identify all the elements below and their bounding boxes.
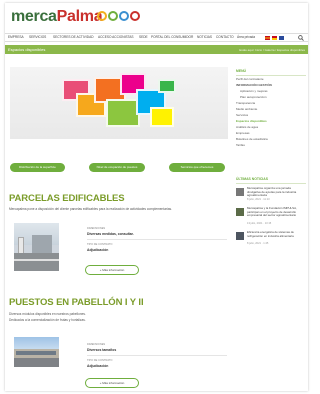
sidebar: MENÚ Perfil del contratante INFORMACIÓN …	[236, 67, 306, 387]
nav-item-contacto[interactable]: CONTACTO	[216, 35, 234, 39]
logo-circles-icon	[97, 11, 147, 25]
flag-en-icon[interactable]	[279, 36, 284, 40]
dimensiones-value: Diversas medidas, consultar.	[87, 232, 134, 236]
nav-item-empresa[interactable]: EMPRESA	[8, 35, 24, 39]
sidebar-item-servicios[interactable]: Servicios	[236, 113, 248, 117]
mas-informacion-button[interactable]: + Más información	[85, 265, 139, 275]
nav-item-noticias[interactable]: NOTICIAS	[197, 35, 212, 39]
logo-text-part1: merca	[11, 8, 57, 25]
news-item-title[interactable]: Mercapalma y la Fundación IMPULSA, parti…	[247, 206, 305, 218]
field-divider	[87, 355, 227, 356]
nav-item-servicios[interactable]: SERVICIOS	[29, 35, 46, 39]
sidebar-item-tarifas[interactable]: Tarifas	[236, 143, 245, 147]
news-item-date: 13 julio, 2021 · 13:15	[247, 222, 272, 225]
breadcrumb-bar: Espacios disponibles Estás aquí: Inicio …	[5, 45, 308, 54]
sidebar-item-empresas[interactable]: Empresas	[236, 131, 250, 135]
servicios-ofrecemos-button[interactable]: Servicios que ofrecemos	[169, 163, 225, 172]
sidebar-divider	[236, 183, 306, 184]
sidebar-item-medio-ambiente[interactable]: Medio ambiente	[236, 107, 257, 111]
hero-image	[10, 67, 228, 139]
breadcrumb: Estás aquí: Inicio / Galería / Espacios …	[239, 48, 305, 52]
page: mercaPalma EMPRESA SERVICIOS SECTORES DE…	[5, 3, 308, 391]
section-desc-parcelas: Mercapalma pone a disposición del client…	[9, 207, 173, 211]
photo-parcelas	[14, 223, 59, 271]
sidebar-item-espacios-disponibles[interactable]: Espacios disponibles	[236, 119, 267, 123]
search-icon[interactable]	[298, 35, 304, 41]
page-title: Espacios disponibles	[8, 47, 46, 52]
news-item-title[interactable]: Mercapalma organiza una jornada divulgat…	[247, 186, 305, 198]
sidebar-item-informacion-gestion[interactable]: INFORMACIÓN GESTIÓN	[236, 83, 272, 87]
news-item-title[interactable]: Eficiencia energética de sistemas de ref…	[247, 230, 305, 238]
news-thumbnail[interactable]	[236, 232, 244, 240]
news-thumbnail[interactable]	[236, 188, 244, 196]
dimensiones-value: Diversos tamaños	[87, 348, 117, 352]
sidebar-divider	[236, 75, 306, 76]
main-navigation: EMPRESA SERVICIOS SECTORES DE ACTIVIDAD …	[5, 33, 308, 42]
tipo-contrato-label: TIPO DE CONTRATO	[87, 359, 113, 362]
site-logo[interactable]: mercaPalma	[11, 8, 103, 26]
section-title-parcelas: PARCELAS EDIFICABLES	[9, 193, 125, 204]
dimensiones-label: DIMENSIONES	[87, 343, 106, 346]
sidebar-item-aplicacion-mejoras[interactable]: Aplicación y mejoras	[240, 89, 268, 93]
news-item-date: 8 julio, 2021 · 11:13	[247, 198, 270, 201]
sidebar-item-plan-autoproteccion[interactable]: Plan autoprotección	[240, 95, 267, 99]
site-header: mercaPalma	[5, 3, 308, 31]
dimensiones-label: DIMENSIONES	[87, 227, 106, 230]
section-title-pabellon: PUESTOS EN PABELLÓN I Y II	[9, 297, 144, 308]
flag-ca-icon[interactable]	[272, 36, 277, 40]
mas-informacion-button[interactable]: + Más información	[85, 378, 139, 388]
news-thumbnail[interactable]	[236, 208, 244, 216]
nav-item-consumidor[interactable]: PORTAL DEL CONSUMIDOR	[151, 35, 193, 39]
news-item-date: 8 julio, 2021 · 1:45	[247, 242, 269, 245]
nav-item-accionistas[interactable]: ACCESO ACCIONISTAS	[98, 35, 134, 39]
sidebar-news-title: ÚLTIMAS NOTICIAS	[236, 177, 268, 181]
section-desc2-pabellon: Dedicados a la comercialización de fruta…	[9, 318, 86, 322]
nav-item-area-privada[interactable]: Área privada	[237, 35, 255, 39]
sidebar-item-boletines[interactable]: Boletines de estadística	[236, 137, 268, 141]
logo-text-part2: Palma	[56, 8, 103, 25]
sidebar-item-analisis-agua[interactable]: Análisis de agua	[236, 125, 258, 129]
tipo-contrato-value: Adjudicación	[87, 248, 109, 252]
photo-pabellon	[14, 337, 59, 367]
section-desc-pabellon: Diversos módulos disponibles en nuestros…	[9, 312, 86, 316]
tipo-contrato-value: Adjudicación	[87, 364, 109, 368]
nivel-ocupacion-button[interactable]: Nivel de ocupación de puestos	[89, 163, 145, 172]
field-divider	[87, 239, 227, 240]
tipo-contrato-label: TIPO DE CONTRATO	[87, 243, 113, 246]
sidebar-menu-title: MENÚ	[236, 69, 246, 73]
nav-item-sede[interactable]: SEDE	[139, 35, 148, 39]
distribucion-superficie-button[interactable]: Distribución de la superficie	[10, 163, 65, 172]
flag-es-icon[interactable]	[265, 36, 270, 40]
sidebar-item-perfil-contratante[interactable]: Perfil del contratante	[236, 77, 264, 81]
sidebar-item-transparencia[interactable]: Transparencia	[236, 101, 255, 105]
nav-item-sectores[interactable]: SECTORES DE ACTIVIDAD	[53, 35, 94, 39]
